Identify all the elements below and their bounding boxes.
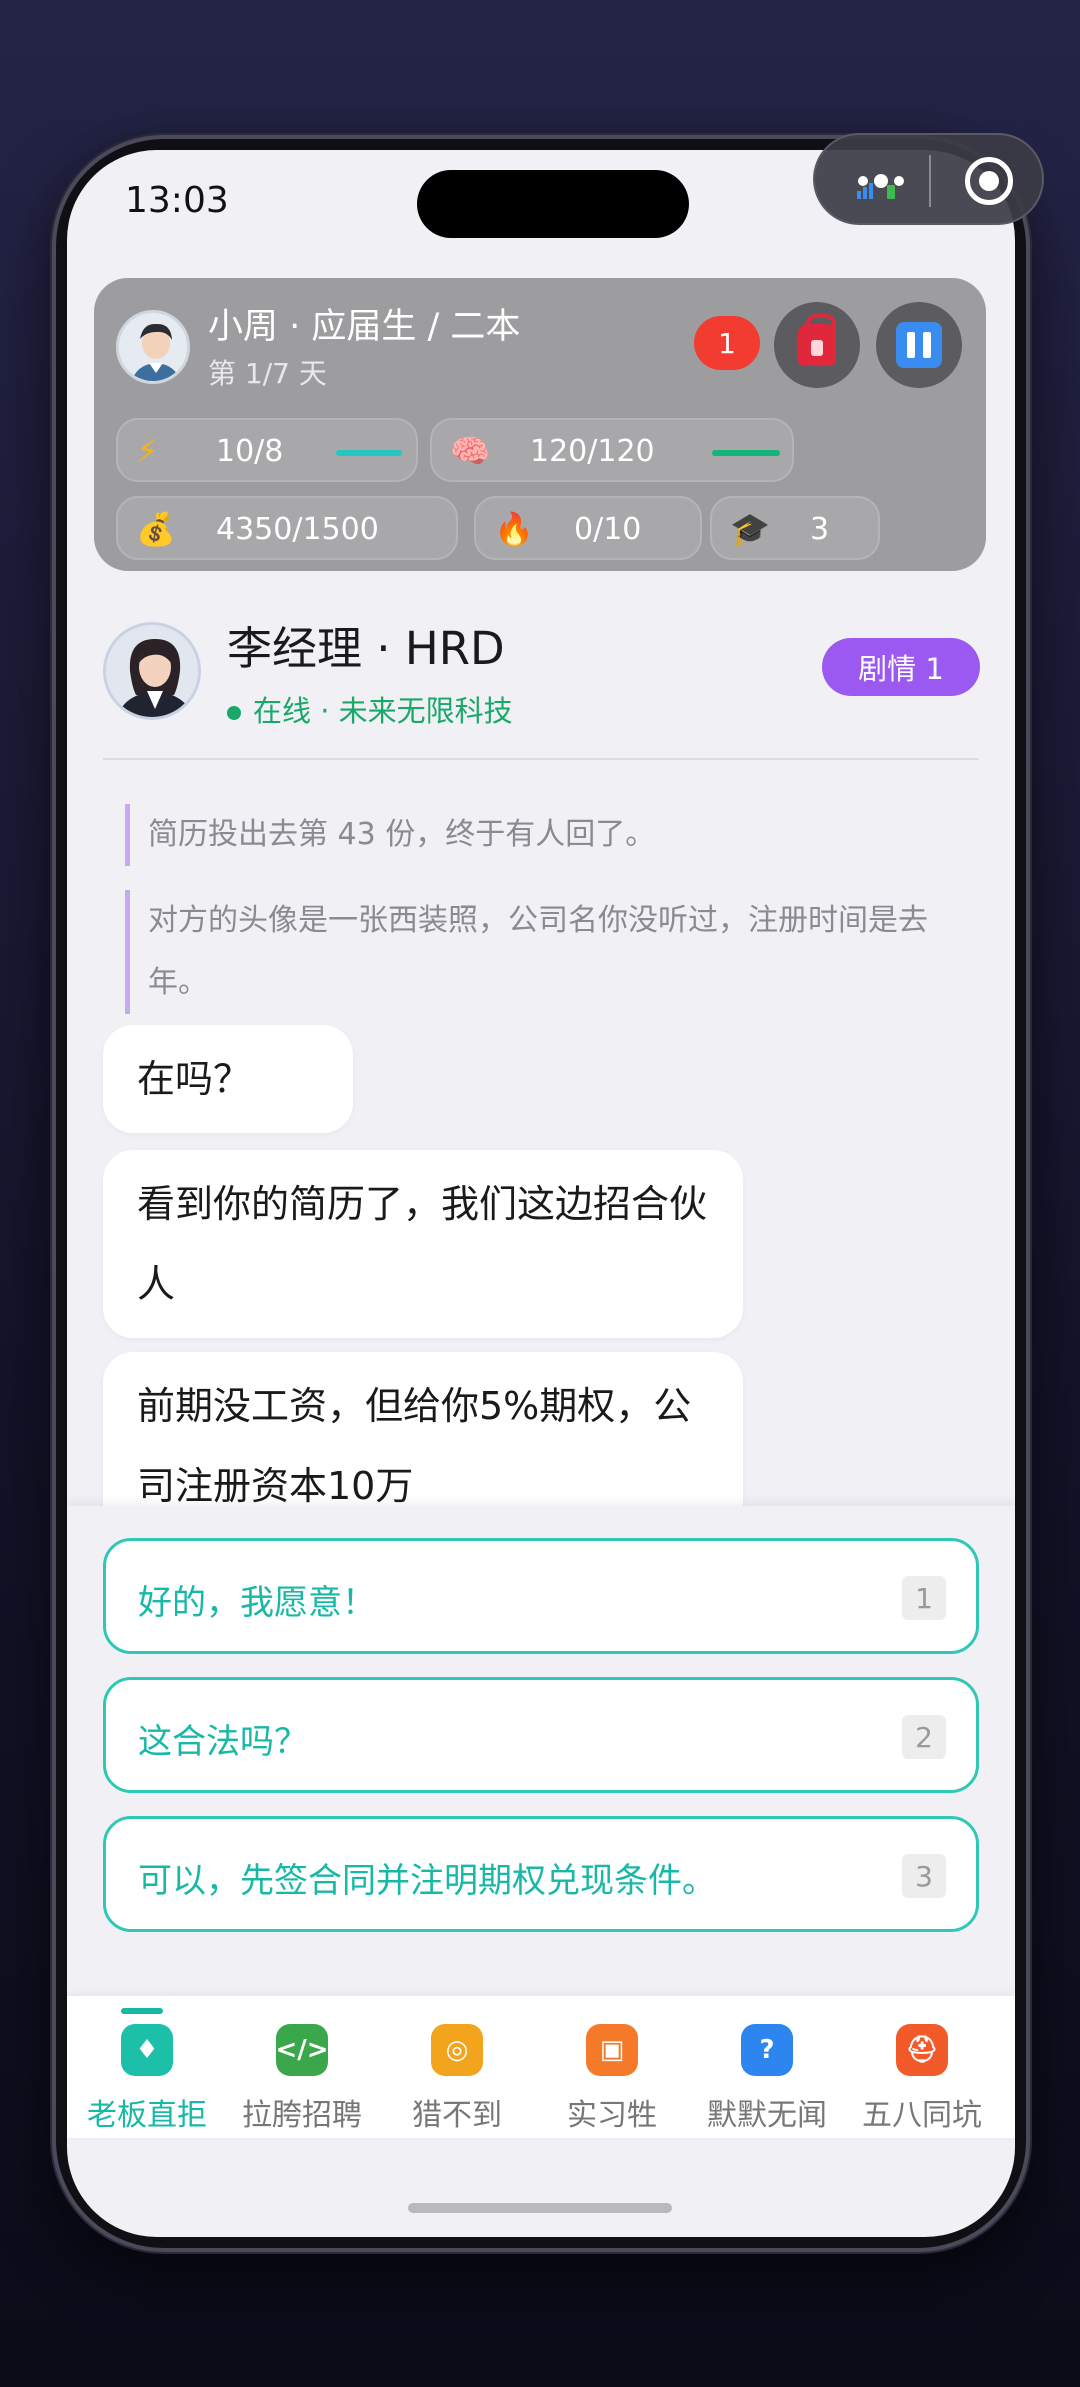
active-tab-indicator xyxy=(121,2008,163,2014)
player-avatar xyxy=(116,310,190,384)
choice-text: 可以，先签合同并注明期权兑现条件。 xyxy=(138,1861,716,1901)
tab-momo[interactable]: ? 默默无闻 xyxy=(689,1996,845,2138)
header-divider xyxy=(103,758,979,760)
choice-option-1[interactable]: 好的，我愿意！ 1 xyxy=(103,1538,979,1654)
miniprogram-capsule xyxy=(813,133,1044,225)
more-menu-icon[interactable] xyxy=(851,161,911,201)
target-icon: ◎ xyxy=(431,2024,483,2076)
energy-bar xyxy=(336,450,402,456)
choice-key: 1 xyxy=(902,1576,946,1620)
choice-option-2[interactable]: 这合法吗？ 2 xyxy=(103,1677,979,1793)
capsule-divider xyxy=(929,155,931,207)
mind-bar xyxy=(712,450,780,456)
narration-line: 简历投出去第 43 份，终于有人回了。 xyxy=(125,804,945,866)
chat-bubble: 看到你的简历了，我们这边招合伙人 xyxy=(103,1150,743,1338)
lightning-icon: ⚡ xyxy=(136,432,159,470)
notification-badge[interactable]: 1 xyxy=(694,316,760,370)
home-indicator[interactable] xyxy=(408,2203,672,2213)
tab-label: 五八同坑 xyxy=(862,2098,982,2133)
player-name: 小周 · 应届生 / 二本 xyxy=(208,307,521,347)
dynamic-island xyxy=(417,170,689,238)
tab-boss[interactable]: ♦ 老板直拒 xyxy=(69,1996,225,2138)
energy-value: 10/8 xyxy=(216,434,284,469)
money-value: 4350/1500 xyxy=(216,512,379,547)
tab-label: 实习牲 xyxy=(567,2098,657,2133)
energy-stat: ⚡ 10/8 xyxy=(116,418,418,482)
fire-stat: 🔥 0/10 xyxy=(474,496,702,560)
status-time: 13:03 xyxy=(125,180,229,221)
brain-icon: 🧠 xyxy=(450,432,490,470)
online-dot xyxy=(227,706,241,720)
money-bag-icon: 💰 xyxy=(136,510,176,548)
backpack-button[interactable] xyxy=(774,302,860,388)
mind-stat: 🧠 120/120 xyxy=(430,418,794,482)
pause-icon xyxy=(896,322,942,368)
tie-icon: ♦ xyxy=(121,2024,173,2076)
close-miniprogram-icon[interactable] xyxy=(965,157,1013,205)
npc-name: 李经理 · HRD xyxy=(227,622,505,675)
npc-status: 在线 · 未来无限科技 xyxy=(227,688,513,730)
narration-line: 对方的头像是一张西装照，公司名你没听过，注册时间是去年。 xyxy=(125,890,945,1014)
money-stat: 💰 4350/1500 xyxy=(116,496,458,560)
tab-58[interactable]: ⛑ 五八同坑 xyxy=(844,1996,1000,2138)
helmet-icon: ⛑ xyxy=(896,2024,948,2076)
mind-value: 120/120 xyxy=(530,434,655,469)
choice-panel: 好的，我愿意！ 1 这合法吗？ 2 可以，先签合同并注明期权兑现条件。 3 xyxy=(67,1506,1015,1996)
tab-label: 拉胯招聘 xyxy=(242,2098,362,2133)
degree-value: 3 xyxy=(810,512,830,547)
code-icon: </> xyxy=(275,2024,329,2076)
tab-label: 默默无闻 xyxy=(707,2098,827,2133)
question-icon: ? xyxy=(741,2024,793,2076)
npc-avatar[interactable] xyxy=(103,622,201,720)
tab-label: 老板直拒 xyxy=(87,2098,207,2133)
choice-text: 这合法吗？ xyxy=(138,1722,308,1762)
fire-icon: 🔥 xyxy=(494,510,534,548)
graduation-cap-icon: 🎓 xyxy=(730,510,770,548)
plot-badge[interactable]: 剧情 1 xyxy=(822,638,980,696)
tab-liepin[interactable]: ◎ 猎不到 xyxy=(379,1996,535,2138)
degree-stat: 🎓 3 xyxy=(710,496,880,560)
box-icon: ▣ xyxy=(586,2024,638,2076)
backpack-icon xyxy=(798,314,836,366)
choice-option-3[interactable]: 可以，先签合同并注明期权兑现条件。 3 xyxy=(103,1816,979,1932)
app-screen: 13:03 小周 · 应届生 / 二本 第 1/7 天 1 ⚡ 10/8 🧠 1… xyxy=(67,150,1015,2237)
pause-button[interactable] xyxy=(876,302,962,388)
day-counter: 第 1/7 天 xyxy=(208,357,327,390)
player-hud: 小周 · 应届生 / 二本 第 1/7 天 1 ⚡ 10/8 🧠 120/120… xyxy=(94,278,986,571)
fire-value: 0/10 xyxy=(574,512,642,547)
tab-label: 猎不到 xyxy=(412,2098,502,2133)
chat-bubble: 在吗？ xyxy=(103,1025,353,1133)
choice-key: 3 xyxy=(902,1854,946,1898)
tab-lagou[interactable]: </> 拉胯招聘 xyxy=(224,1996,380,2138)
bottom-tab-bar: ♦ 老板直拒 </> 拉胯招聘 ◎ 猎不到 ▣ 实习牲 ? 默默无闻 ⛑ 五八同… xyxy=(67,1996,1015,2138)
choice-text: 好的，我愿意！ xyxy=(138,1583,376,1623)
choice-key: 2 xyxy=(902,1715,946,1759)
npc-status-text: 在线 · 未来无限科技 xyxy=(253,694,513,728)
tab-shixi[interactable]: ▣ 实习牲 xyxy=(534,1996,690,2138)
